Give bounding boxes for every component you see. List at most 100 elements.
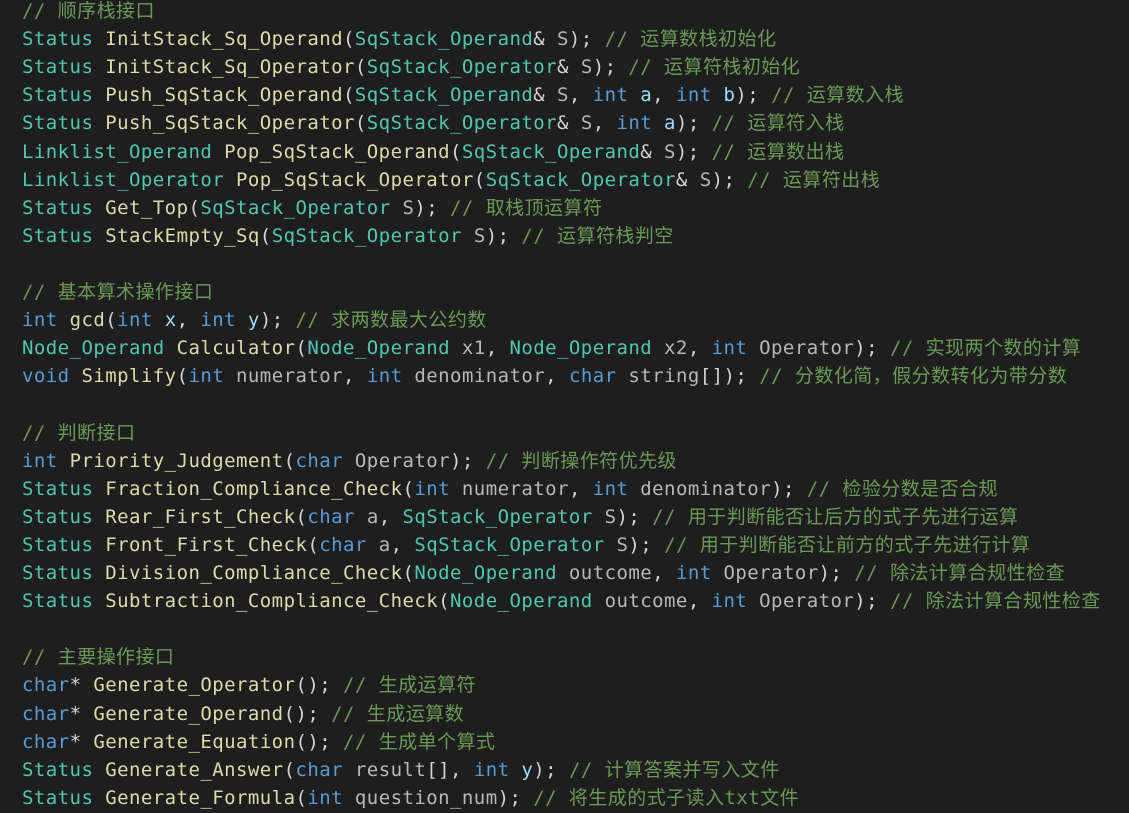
code-parameter: b — [723, 84, 736, 107]
code-line[interactable]: Status InitStack_Sq_Operand(SqStack_Oper… — [22, 25, 776, 53]
code-punctuation — [391, 197, 403, 219]
code-identifier: x1 — [461, 337, 486, 360]
code-line[interactable]: // 顺序栈接口 — [22, 0, 155, 25]
code-punctuation: ); — [818, 562, 855, 584]
code-type: SqStack_Operand — [354, 28, 534, 51]
code-punctuation: ( — [295, 505, 308, 528]
code-punctuation: & — [675, 168, 700, 191]
code-punctuation — [153, 309, 165, 331]
code-comment: // 生成运算符 — [343, 674, 476, 697]
code-keyword: int — [592, 84, 629, 107]
code-line[interactable]: Status Division_Compliance_Check(Node_Op… — [22, 559, 1065, 587]
code-line[interactable]: Status Subtraction_Compliance_Check(Node… — [22, 587, 1101, 615]
code-comment: // 运算符栈初始化 — [628, 56, 801, 79]
code-keyword: char — [22, 674, 70, 697]
code-punctuation: ); — [854, 337, 890, 360]
code-punctuation — [343, 787, 355, 809]
code-keyword: char — [295, 758, 344, 781]
code-punctuation: ( — [259, 224, 272, 247]
code-punctuation — [652, 112, 664, 134]
code-function: InitStack_Sq_Operator — [105, 56, 355, 79]
code-punctuation — [93, 112, 105, 134]
code-punctuation: ); — [592, 56, 629, 79]
code-punctuation: ); — [675, 140, 712, 163]
code-type: Linklist_Operator — [22, 168, 225, 191]
code-comment: // 用于判断能否让前方的式子先进行计算 — [664, 533, 1031, 556]
code-identifier: S — [402, 196, 415, 219]
code-line[interactable]: Status Generate_Answer(char result[], in… — [22, 756, 780, 784]
code-line[interactable]: // 判断接口 — [22, 419, 135, 447]
code-function: Rear_First_Check — [105, 505, 296, 528]
code-type: Node_Operand — [307, 337, 451, 360]
code-keyword: int — [188, 365, 225, 388]
code-comment: // 实现两个数的计算 — [889, 337, 1082, 360]
code-punctuation — [165, 337, 177, 359]
code-function: Fraction_Compliance_Check — [105, 477, 403, 500]
code-line[interactable]: Node_Operand Calculator(Node_Operand x1,… — [22, 334, 1081, 362]
code-punctuation: ); — [628, 533, 665, 556]
code-line[interactable]: char* Generate_Operand(); // 生成运算数 — [22, 700, 464, 728]
code-editor[interactable]: // 顺序栈接口 Status InitStack_Sq_Operand(SqSt… — [0, 0, 1129, 813]
code-type: SqStack_Operator — [366, 112, 558, 135]
code-line[interactable]: Status Get_Top(SqStack_Operator S); // 取… — [22, 194, 602, 222]
code-punctuation — [617, 365, 629, 387]
code-identifier: string — [628, 365, 700, 388]
code-comment: // 顺序栈接口 — [22, 0, 155, 22]
code-function: Generate_Formula — [105, 786, 296, 809]
code-type: SqStack_Operator — [271, 224, 462, 247]
code-function: Priority_Judgement — [69, 449, 284, 472]
code-function: Generate_Equation — [93, 730, 296, 753]
code-punctuation: , — [687, 337, 712, 360]
code-line[interactable]: Status Generate_Formula(int question_num… — [22, 784, 799, 812]
code-type: SqStack_Operand — [354, 84, 534, 107]
code-punctuation: ( — [438, 590, 451, 613]
code-identifier: result — [354, 758, 427, 781]
code-punctuation: ( — [402, 562, 415, 584]
code-comment: // 检验分数是否合规 — [806, 477, 999, 500]
code-punctuation — [355, 506, 367, 528]
code-punctuation — [605, 534, 617, 556]
code-line[interactable]: Status Fraction_Compliance_Check(int num… — [22, 475, 998, 503]
code-identifier: S — [557, 28, 569, 51]
code-type: Status — [22, 112, 94, 135]
code-line[interactable]: Linklist_Operand Pop_SqStack_Operand(SqS… — [22, 138, 845, 166]
code-comment: // 判断操作符优先级 — [485, 449, 677, 472]
code-punctuation — [93, 56, 105, 78]
code-line[interactable]: Status Rear_First_Check(char a, SqStack_… — [22, 503, 1019, 531]
code-punctuation — [236, 309, 248, 331]
code-identifier: x2 — [664, 337, 688, 360]
code-line[interactable]: char* Generate_Equation(); // 生成单个算式 — [22, 728, 495, 756]
code-punctuation: * — [69, 674, 94, 697]
code-line[interactable]: Status InitStack_Sq_Operator(SqStack_Ope… — [22, 53, 800, 81]
code-line[interactable]: int gcd(int x, int y); // 求两数最大公约数 — [22, 306, 487, 334]
code-line[interactable]: Linklist_Operator Pop_SqStack_Operator(S… — [22, 166, 880, 194]
code-function: Push_SqStack_Operator — [105, 112, 355, 135]
code-line[interactable]: int Priority_Judgement(char Operator); /… — [22, 447, 677, 475]
code-punctuation — [747, 337, 759, 359]
code-punctuation — [367, 534, 379, 556]
code-line[interactable]: char* Generate_Operator(); // 生成运算符 — [22, 671, 476, 699]
code-line[interactable]: Status Push_SqStack_Operator(SqStack_Ope… — [22, 109, 845, 137]
code-identifier: a — [378, 533, 391, 556]
code-keyword: int — [117, 309, 153, 332]
code-comment: // 计算答案并写入文件 — [568, 758, 780, 781]
code-punctuation — [93, 590, 105, 612]
code-line[interactable]: void Simplify(int numerator, int denomin… — [22, 362, 1067, 390]
code-type: SqStack_Operator — [366, 56, 558, 79]
code-punctuation: ( — [450, 140, 462, 163]
code-punctuation: ( — [354, 56, 367, 79]
code-keyword: int — [711, 337, 748, 360]
code-identifier: Operator — [759, 337, 855, 360]
code-punctuation — [93, 197, 105, 219]
code-type: Node_Operand — [414, 562, 558, 584]
code-comment: // 运算符出栈 — [747, 168, 881, 191]
code-line[interactable]: Status Push_SqStack_Operand(SqStack_Oper… — [22, 81, 904, 109]
code-function: Pop_SqStack_Operand — [224, 140, 451, 163]
code-punctuation — [343, 759, 355, 781]
code-keyword: int — [414, 477, 451, 500]
code-comment: // 生成单个算式 — [343, 730, 496, 753]
code-line[interactable]: // 基本算术操作接口 — [22, 278, 213, 306]
code-line[interactable]: Status StackEmpty_Sq(SqStack_Operator S)… — [22, 222, 674, 250]
code-line[interactable]: Status Front_First_Check(char a, SqStack… — [22, 531, 1030, 559]
code-line[interactable]: // 主要操作接口 — [22, 643, 174, 671]
